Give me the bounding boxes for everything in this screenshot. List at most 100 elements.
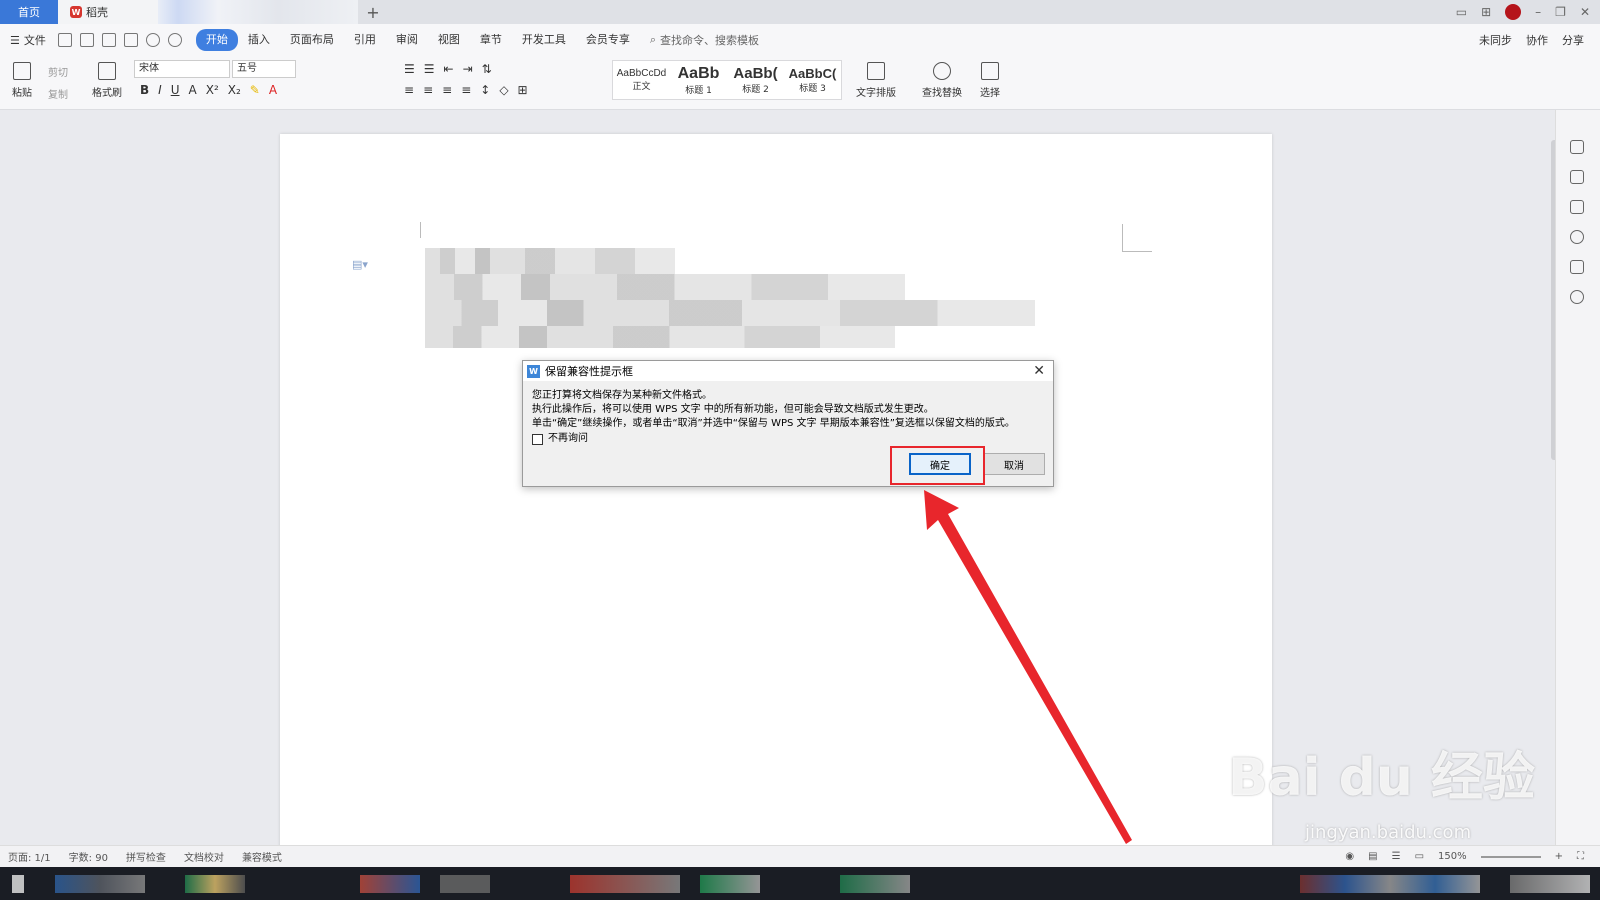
font-size-select[interactable]: 五号 [232,60,296,78]
file-menu[interactable]: ☰ 文件 [10,32,46,48]
line-spacing-icon[interactable]: ↕ [480,83,490,97]
subscript-icon[interactable]: X₂ [228,83,241,97]
page-view-icon[interactable]: ▤ [1368,851,1377,862]
pointer-icon[interactable] [1570,170,1584,184]
numbered-list-icon[interactable]: ☰ [424,62,435,76]
grid-apps-icon[interactable]: ⊞ [1481,5,1491,19]
undo-icon[interactable] [145,33,160,47]
zoom-in-icon[interactable]: + [1555,851,1563,862]
bullet-list-icon[interactable]: ☰ [404,62,415,76]
underline-icon[interactable]: U [171,83,180,97]
paragraph-options-icon[interactable]: ▤▾ [352,258,368,271]
command-search[interactable]: ⌕ 查找命令、搜索模板 [650,32,759,48]
web-view-icon[interactable]: ▭ [1415,851,1424,862]
checkbox-box[interactable] [532,433,543,445]
highlight-icon[interactable]: ✎ [250,83,260,97]
image-tool-icon[interactable] [1570,260,1584,274]
justify-icon[interactable]: ≡ [461,83,471,97]
help-icon[interactable] [1570,230,1584,244]
cut-button[interactable]: 剪切 [48,64,68,79]
style-heading-3[interactable]: AaBbC( 标题 3 [784,61,841,99]
layout-icon[interactable]: ▭ [1456,5,1467,19]
taskbar-app[interactable] [440,875,490,893]
format-painter-button[interactable]: 格式刷 [92,62,122,99]
style-heading-1[interactable]: AaBb 标题 1 [670,61,727,99]
increase-indent-icon[interactable]: ⇥ [463,62,473,76]
dialog-close-button[interactable]: ✕ [1033,363,1045,379]
menu-view[interactable]: 视图 [428,29,470,51]
taskbar-app[interactable] [55,875,145,893]
restore-button[interactable]: ❐ [1555,5,1566,19]
tab-daoke[interactable]: W 稻壳 [58,0,158,24]
menu-home[interactable]: 开始 [195,29,238,51]
taskbar-app[interactable] [840,875,910,893]
taskbar-app[interactable] [700,875,760,893]
align-left-icon[interactable]: ≡ [404,83,414,97]
outline-view-icon[interactable]: ☰ [1392,851,1401,862]
format-painter-label: 格式刷 [92,88,122,99]
menu-review[interactable]: 审阅 [386,29,428,51]
blurred-document-tab[interactable] [158,0,358,24]
font-color-icon[interactable]: A [269,83,277,97]
new-tab-button[interactable]: + [358,0,388,24]
spell-check[interactable]: 拼写检查 [126,849,166,864]
os-taskbar [0,867,1600,900]
font-name-select[interactable]: 宋体 [134,60,230,78]
system-tray[interactable] [1300,875,1480,893]
export-icon[interactable] [79,33,94,47]
save-icon[interactable] [57,33,72,47]
cancel-button[interactable]: 取消 [983,453,1045,475]
copy-button[interactable]: 复制 [48,86,68,101]
menu-developer[interactable]: 开发工具 [512,29,576,51]
menu-page-layout[interactable]: 页面布局 [280,29,344,51]
strikethrough-icon[interactable]: A [189,83,197,97]
start-icon[interactable] [12,875,24,893]
taskbar-app[interactable] [570,875,680,893]
redo-icon[interactable] [167,33,182,47]
select-button[interactable]: 选择 [980,62,1000,99]
document-page[interactable]: ▤▾ [280,134,1272,854]
close-window-button[interactable]: ✕ [1580,5,1590,19]
bold-icon[interactable]: B [140,83,149,97]
document-proofing[interactable]: 文档校对 [184,849,224,864]
tab-home[interactable]: 首页 [0,0,58,24]
settings-sliders-icon[interactable] [1570,200,1584,214]
preview-icon[interactable] [123,33,138,47]
zoom-slider[interactable] [1480,855,1541,858]
pen-icon[interactable] [1570,140,1584,154]
search-icon: ⌕ [649,33,657,46]
align-right-icon[interactable]: ≡ [442,83,452,97]
fullscreen-icon[interactable]: ⛶ [1577,851,1584,862]
superscript-icon[interactable]: X² [206,83,219,97]
italic-icon[interactable]: I [158,83,162,97]
clock[interactable] [1510,875,1590,893]
sync-button[interactable]: 未同步 [1479,32,1512,48]
paste-button[interactable]: 粘贴 [12,62,32,99]
minimize-button[interactable]: – [1535,5,1541,19]
print-icon[interactable] [101,33,116,47]
word-count[interactable]: 字数: 90 [69,849,108,864]
menu-chapter[interactable]: 章节 [470,29,512,51]
sort-icon[interactable]: ⇅ [482,62,492,76]
align-center-icon[interactable]: ≡ [423,83,433,97]
blurred-text-line [425,300,1035,326]
share-button[interactable]: 分享 [1562,32,1584,48]
border-icon[interactable]: ⊞ [518,83,528,97]
text-layout-button[interactable]: 文字排版 [856,62,896,99]
find-replace-button[interactable]: 查找替换 [922,62,962,99]
zoom-level[interactable]: 150% [1438,851,1467,862]
menu-references[interactable]: 引用 [344,29,386,51]
shading-icon[interactable]: ◇ [499,83,508,97]
decrease-indent-icon[interactable]: ⇤ [444,62,454,76]
dont-ask-again-checkbox[interactable]: 不再询问 [532,432,1044,446]
style-heading-2[interactable]: AaBb( 标题 2 [727,61,784,99]
location-icon[interactable] [1570,290,1584,304]
menu-insert[interactable]: 插入 [238,29,280,51]
taskbar-app[interactable] [360,875,420,893]
style-normal[interactable]: AaBbCcDd 正文 [613,61,670,99]
eye-icon[interactable]: ◉ [1345,851,1354,862]
collaborate-button[interactable]: 协作 [1526,32,1548,48]
taskbar-app[interactable] [185,875,245,893]
menu-member[interactable]: 会员专享 [576,29,640,51]
user-avatar[interactable] [1505,4,1522,20]
